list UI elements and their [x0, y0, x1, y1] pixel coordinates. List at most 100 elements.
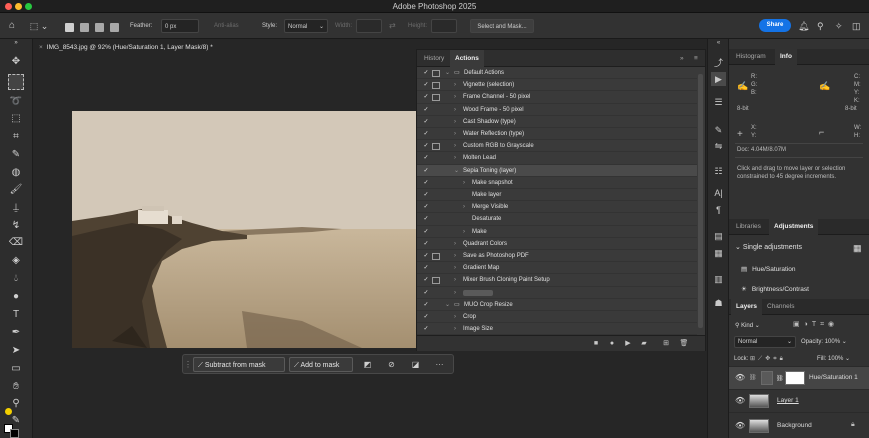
tab-histogram[interactable]: Histogram — [731, 49, 771, 65]
toggle-check-icon[interactable]: ✓ — [422, 91, 430, 103]
document-image[interactable] — [72, 111, 422, 348]
search-icon[interactable]: ⚲ — [817, 19, 824, 33]
tab-layers[interactable]: Layers — [731, 299, 762, 315]
action-row[interactable]: ✓ › Wood Frame - 50 pixel — [417, 104, 697, 116]
layer-name[interactable]: Background — [777, 422, 812, 429]
chevron-right-icon[interactable]: › — [454, 152, 456, 164]
brush-settings-icon[interactable]: ⇋ — [711, 139, 726, 153]
action-row[interactable]: ✓ › Quadrant Colors — [417, 238, 697, 250]
layer-row-background[interactable]: 👁︎ Background 🔒︎ — [729, 412, 869, 438]
crop-tool-icon[interactable]: ⌗ — [8, 129, 24, 145]
quick-mask-icon[interactable] — [5, 408, 12, 415]
chevron-right-icon[interactable]: › — [454, 274, 456, 286]
document-tab[interactable]: × IMG_8543.jpg @ 92% (Hue/Saturation 1, L… — [33, 41, 333, 55]
toggle-check-icon[interactable]: ✓ — [422, 238, 430, 250]
eraser-tool-icon[interactable]: ⌫ — [8, 235, 24, 251]
stop-recording-icon[interactable]: ■ — [590, 338, 602, 350]
channels-icon[interactable]: ▥ — [711, 272, 726, 286]
dialog-toggle-icon[interactable] — [432, 142, 440, 150]
shapes-icon[interactable]: ☗ — [711, 296, 726, 310]
tab-libraries[interactable]: Libraries — [731, 219, 766, 235]
toggle-check-icon[interactable]: ✓ — [422, 104, 430, 116]
move-tool-icon[interactable]: ✥ — [8, 54, 24, 70]
rectangular-marquee-tool-icon[interactable] — [8, 74, 24, 90]
layer-name[interactable]: Layer 1 — [777, 397, 799, 404]
feather-input[interactable]: 0 px — [161, 19, 199, 33]
action-row[interactable]: ✓ › Water Reflection (type) — [417, 128, 697, 141]
action-row[interactable]: ✓ › Gradient Map — [417, 262, 697, 275]
drag-handle-icon[interactable]: ⋮ — [184, 358, 192, 371]
antialias-checkbox[interactable]: Anti-alias — [214, 19, 239, 33]
toggle-check-icon[interactable]: ✓ — [422, 262, 430, 274]
chevron-down-icon[interactable]: ⌄ — [454, 165, 459, 177]
toggle-check-icon[interactable]: ✓ — [422, 274, 430, 286]
tab-adjustments[interactable]: Adjustments — [769, 219, 819, 235]
action-row[interactable]: ✓ › Save as Photoshop PDF — [417, 250, 697, 263]
notifications-icon[interactable]: 🔔︎ — [798, 19, 809, 33]
adjustment-item-brightness-contrast[interactable]: ☀ Brightness/Contrast — [741, 285, 809, 293]
path-selection-tool-icon[interactable]: ➤ — [8, 343, 24, 359]
layer-kind-filter[interactable]: ⚲ Kind ⌄ — [735, 320, 760, 332]
toggle-check-icon[interactable]: ✓ — [422, 152, 430, 164]
lock-controls[interactable]: Lock: ⊞⟋✥⌗🔒︎ — [734, 355, 786, 363]
paragraph-panel-icon[interactable]: ¶ — [711, 203, 726, 217]
dialog-toggle-icon[interactable] — [432, 81, 440, 89]
chevron-right-icon[interactable]: › — [454, 91, 456, 103]
action-row[interactable]: ✓ › Make — [417, 226, 697, 238]
chevron-right-icon[interactable]: › — [454, 238, 456, 250]
blur-tool-icon[interactable]: 💧︎ — [8, 271, 24, 287]
action-row[interactable]: ✓ › Frame Channel - 50 pixel — [417, 91, 697, 104]
toggle-check-icon[interactable]: ✓ — [422, 250, 430, 262]
new-action-icon[interactable]: ⊞ — [660, 338, 672, 350]
action-row[interactable]: ✓ › Cast Shadow (type) — [417, 116, 697, 128]
invert-mask-icon[interactable]: ◩ — [361, 358, 374, 371]
action-row[interactable]: ✓ › Mixer Brush Cloning Paint Setup — [417, 274, 697, 287]
delete-icon[interactable]: 🗑︎ — [678, 338, 690, 350]
blend-mode-select[interactable]: Normal ⌄ — [734, 336, 796, 348]
subtract-from-selection-icon[interactable] — [95, 23, 104, 32]
chevron-right-icon[interactable]: › — [454, 104, 456, 116]
toggle-check-icon[interactable]: ✓ — [422, 201, 430, 213]
gradient-tool-icon[interactable]: ◈ — [8, 253, 24, 269]
panel-menu-icon[interactable]: ≡ — [689, 50, 703, 67]
new-set-icon[interactable]: ▰ — [638, 338, 650, 350]
layer-filter-icons[interactable]: ▣◑T⌗◉ — [793, 320, 838, 329]
libraries-icon[interactable]: ▤ — [711, 229, 726, 243]
action-row[interactable]: ✓ Desaturate — [417, 213, 697, 226]
history-brush-tool-icon[interactable]: ↯ — [8, 218, 24, 234]
action-row[interactable]: ✓ › Custom RGB to Grayscale — [417, 140, 697, 153]
chevron-right-icon[interactable]: › — [454, 140, 456, 152]
toggle-check-icon[interactable]: ✓ — [422, 67, 430, 79]
workspace-icon[interactable]: ◫ — [852, 19, 861, 33]
background-color-swatch[interactable] — [10, 429, 19, 438]
toggle-check-icon[interactable]: ✓ — [422, 189, 430, 201]
brushes-panel-icon[interactable]: ✎ — [711, 123, 726, 137]
record-icon[interactable]: ● — [606, 338, 618, 350]
lasso-tool-icon[interactable]: ➰ — [8, 94, 24, 110]
apply-mask-icon[interactable]: ◪ — [409, 358, 422, 371]
chevron-right-icon[interactable]: › — [454, 323, 456, 335]
hand-tool-icon[interactable]: ✋︎ — [8, 379, 24, 395]
style-select[interactable]: Normal ⌄ — [284, 19, 328, 33]
action-row[interactable]: ✓ › Molten Lead — [417, 152, 697, 165]
marquee-tool-preset-icon[interactable]: ⬚ ⌄ — [27, 19, 51, 33]
swatches-icon[interactable]: ▦ — [711, 246, 726, 260]
spot-healing-tool-icon[interactable]: ◍ — [8, 165, 24, 181]
layer-name[interactable]: Hue/Saturation 1 — [809, 374, 858, 381]
discover-icon[interactable]: ✧ — [835, 19, 843, 33]
tab-actions[interactable]: Actions — [450, 50, 484, 67]
fill-control[interactable]: Fill: 100% ⌄ — [817, 355, 850, 362]
tab-history[interactable]: History — [419, 50, 449, 67]
dodge-tool-icon[interactable]: ● — [8, 289, 24, 305]
action-row[interactable]: ✓ ⌄ ▭ MUO Crop Resize — [417, 299, 697, 311]
chevron-right-icon[interactable]: › — [454, 287, 456, 299]
action-row[interactable]: ✓ › — [417, 287, 697, 299]
toggle-check-icon[interactable]: ✓ — [422, 311, 430, 323]
visibility-eye-icon[interactable]: 👁︎ — [735, 421, 745, 430]
action-row[interactable]: ✓ Make layer — [417, 189, 697, 202]
home-icon[interactable]: ⌂ — [9, 19, 15, 33]
brush-tool-icon[interactable]: 🖌︎ — [8, 182, 24, 198]
chevron-right-icon[interactable]: › — [454, 262, 456, 274]
subtract-from-mask-button[interactable]: ⟋ Subtract from mask — [193, 357, 285, 372]
object-selection-tool-icon[interactable]: ⬚ — [8, 111, 24, 127]
